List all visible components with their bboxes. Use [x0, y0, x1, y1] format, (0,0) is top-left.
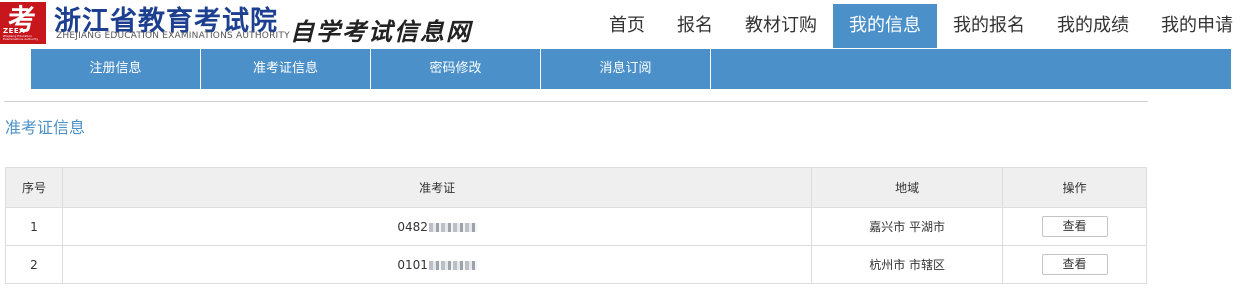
zeea-logo[interactable]: 考 ZEEA Zhejiang Education Examinations A…: [0, 2, 46, 44]
site-name: 自学考试信息网: [290, 18, 472, 46]
row-region: 杭州市 市辖区: [811, 245, 1004, 284]
site-header: 考 ZEEA Zhejiang Education Examinations A…: [0, 0, 1250, 48]
header-index: 序号: [5, 167, 63, 208]
ticket-prefix: 0482: [397, 219, 428, 234]
table-row: 2 0101 杭州市 市辖区 查看: [5, 245, 1147, 284]
view-button[interactable]: 查看: [1041, 216, 1108, 237]
subnav-change-password[interactable]: 密码修改: [371, 49, 541, 89]
ticket-prefix: 0101: [397, 257, 428, 272]
subnav-admission-ticket-info[interactable]: 准考证信息: [201, 49, 371, 89]
nav-my-registration[interactable]: 我的报名: [937, 4, 1041, 48]
admission-ticket-table: 序号 准考证 地域 操作 1 0482 嘉兴市 平湖市 查看 2 0101 杭州…: [5, 167, 1147, 284]
table-header-row: 序号 准考证 地域 操作: [5, 167, 1147, 208]
org-english-name: ZHEJIANG EDUCATION EXAMINATIONS AUTHORIT…: [56, 31, 290, 41]
row-region: 嘉兴市 平湖市: [811, 207, 1004, 246]
view-button[interactable]: 查看: [1041, 254, 1108, 275]
top-navigation: 首页 报名 教材订购 我的信息 我的报名 我的成绩 我的申请: [593, 4, 1249, 48]
redacted-ticket-digits: [428, 260, 477, 270]
row-action-cell: 查看: [1002, 245, 1147, 284]
subnav-message-subscription[interactable]: 消息订阅: [541, 49, 711, 89]
subnav-registration-info[interactable]: 注册信息: [31, 49, 201, 89]
nav-my-applications[interactable]: 我的申请: [1145, 4, 1249, 48]
nav-textbook-order[interactable]: 教材订购: [729, 4, 833, 48]
nav-home[interactable]: 首页: [593, 4, 661, 48]
nav-register[interactable]: 报名: [661, 4, 729, 48]
row-index: 1: [5, 207, 63, 246]
section-divider: [4, 101, 1148, 102]
header-ticket: 准考证: [61, 167, 813, 208]
redacted-ticket-digits: [428, 222, 477, 232]
header-action: 操作: [1002, 167, 1147, 208]
row-action-cell: 查看: [1002, 207, 1147, 246]
row-index: 2: [5, 245, 63, 284]
page-title: 准考证信息: [5, 118, 86, 137]
header-region: 地域: [811, 167, 1004, 208]
nav-my-scores[interactable]: 我的成绩: [1041, 4, 1145, 48]
table-row: 1 0482 嘉兴市 平湖市 查看: [5, 207, 1147, 246]
logo-tiny-text: Zhejiang Education Examinations Authorit…: [3, 34, 39, 41]
row-ticket-number: 0482: [61, 207, 813, 246]
sub-navigation: 注册信息 准考证信息 密码修改 消息订阅: [31, 49, 1231, 89]
row-ticket-number: 0101: [61, 245, 813, 284]
nav-my-info[interactable]: 我的信息: [833, 4, 937, 48]
